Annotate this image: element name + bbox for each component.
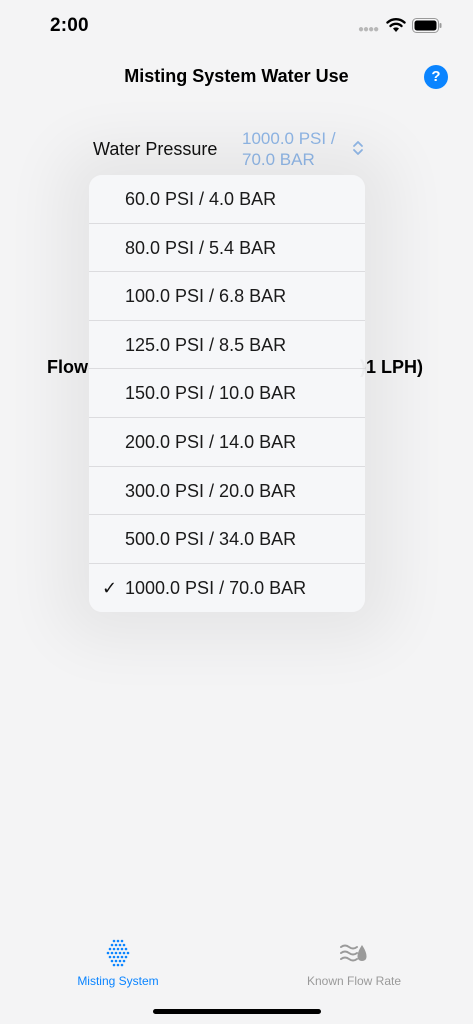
status-time: 2:00 <box>50 15 89 36</box>
flow-rate-value: )1 LPH) <box>360 357 423 377</box>
page-title: Misting System Water Use <box>124 66 349 86</box>
menu-item[interactable]: 500.0 PSI / 34.0 BAR <box>89 515 365 564</box>
menu-item-label: 150.0 PSI / 10.0 BAR <box>125 383 297 404</box>
flow-rate-label: Flow <box>47 357 88 377</box>
pressure-menu: 60.0 PSI / 4.0 BAR 80.0 PSI / 5.4 BAR 100.… <box>89 175 365 612</box>
status-bar: 2:00 ●●●● <box>0 0 473 54</box>
help-button[interactable]: ? <box>424 65 448 89</box>
menu-item-label: 80.0 PSI / 5.4 BAR <box>125 237 277 258</box>
water-pressure-picker[interactable]: 1000.0 PSI / 70.0 BAR <box>242 128 352 170</box>
menu-item[interactable]: 200.0 PSI / 14.0 BAR <box>89 418 365 467</box>
menu-item-label: 1000.0 PSI / 70.0 BAR <box>125 577 307 598</box>
tab-known-flow-rate[interactable]: Known Flow Rate <box>284 938 424 988</box>
menu-item-label: 125.0 PSI / 8.5 BAR <box>125 334 287 355</box>
menu-item[interactable]: 60.0 PSI / 4.0 BAR <box>89 175 365 224</box>
battery-icon <box>412 18 442 33</box>
menu-item[interactable]: 100.0 PSI / 6.8 BAR <box>89 272 365 321</box>
water-pressure-label: Water Pressure <box>93 139 218 159</box>
menu-item[interactable]: 150.0 PSI / 10.0 BAR <box>89 369 365 418</box>
menu-item-label: 500.0 PSI / 34.0 BAR <box>125 529 297 550</box>
menu-item[interactable]: 80.0 PSI / 5.4 BAR <box>89 224 365 273</box>
menu-item-label: 200.0 PSI / 14.0 BAR <box>125 431 297 452</box>
home-indicator <box>153 1009 321 1014</box>
menu-item-label: 60.0 PSI / 4.0 BAR <box>125 189 277 209</box>
pressure-value-line1: 1000.0 PSI / <box>242 129 336 148</box>
cellular-signal-icon: ●●●● <box>358 24 379 35</box>
wifi-icon <box>386 18 406 32</box>
menu-item-label: 100.0 PSI / 6.8 BAR <box>125 286 287 307</box>
pressure-value-line2: 70.0 BAR <box>242 150 315 169</box>
tab-misting-system[interactable]: Misting System <box>48 938 188 988</box>
tab-misting-system-label: Misting System <box>77 974 159 988</box>
menu-item[interactable]: ✓ 1000.0 PSI / 70.0 BAR <box>89 564 365 612</box>
menu-item-label: 300.0 PSI / 20.0 BAR <box>125 480 297 501</box>
tab-known-flow-rate-label: Known Flow Rate <box>306 974 402 988</box>
spray-dots-icon <box>106 939 130 967</box>
menu-item[interactable]: 300.0 PSI / 20.0 BAR <box>89 467 365 516</box>
checkmark-icon: ✓ <box>102 577 118 598</box>
water-flow-drop-icon <box>340 944 367 962</box>
menu-item[interactable]: 125.0 PSI / 8.5 BAR <box>89 321 365 370</box>
chevron-up-down-icon[interactable] <box>351 140 365 156</box>
